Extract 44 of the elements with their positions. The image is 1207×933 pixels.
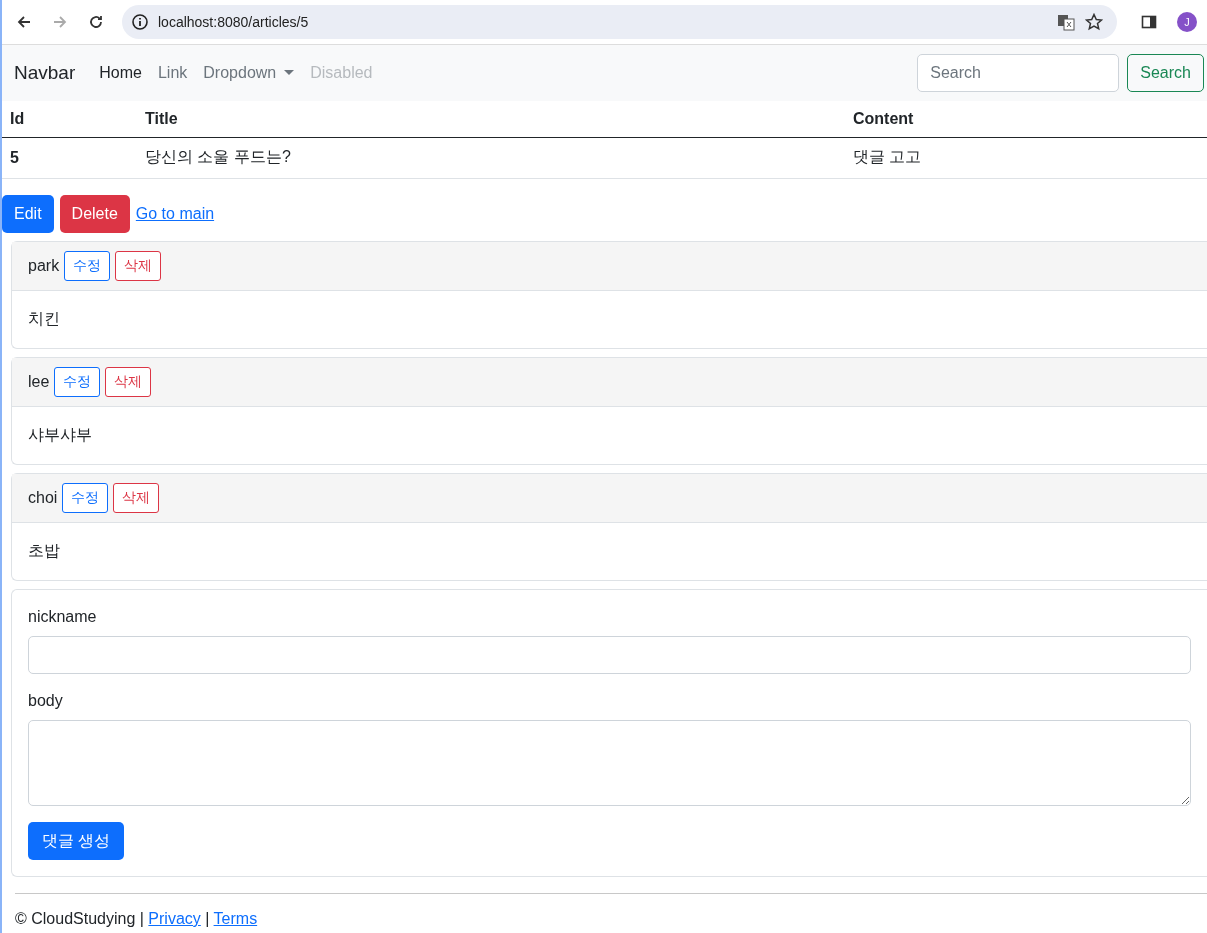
column-header: Id	[10, 110, 25, 127]
table-cell: 당신의 소울 푸드는?	[145, 148, 291, 165]
translate-icon[interactable]	[1057, 13, 1075, 31]
table-cell: 댓글 고고	[853, 148, 922, 165]
side-panel-icon[interactable]	[1141, 14, 1157, 30]
delete-button[interactable]: Delete	[59, 195, 130, 233]
edit-button[interactable]: Edit	[2, 195, 54, 233]
nickname-input-field[interactable]	[28, 636, 1191, 674]
delete-comment-button[interactable]: 삭제	[105, 367, 152, 397]
info-icon[interactable]	[132, 14, 148, 30]
back-arrow-icon[interactable]	[16, 14, 32, 30]
field-label: nickname	[28, 608, 98, 626]
edit-comment-button[interactable]: 수정	[62, 483, 109, 513]
delete-comment-button[interactable]: 삭제	[113, 483, 160, 513]
star-icon[interactable]	[1085, 13, 1103, 31]
table-cell: 5	[10, 148, 19, 166]
navbar-brand[interactable]: Navbar	[14, 62, 76, 84]
edit-comment-button[interactable]: 수정	[64, 251, 111, 281]
field-label: body	[28, 692, 64, 710]
delete-comment-button[interactable]: 삭제	[115, 251, 162, 281]
address-bar[interactable]: localhost:8080/articles/5	[122, 5, 1117, 39]
caret-icon	[284, 70, 295, 76]
nav-link[interactable]: Link	[157, 64, 188, 82]
comment-nickname: lee	[28, 373, 50, 391]
search-field[interactable]: Search	[917, 54, 1120, 92]
search-button[interactable]: Search	[1127, 54, 1204, 92]
edit-comment-button[interactable]: 수정	[54, 367, 101, 397]
column-header: Title	[145, 110, 178, 127]
nav-link[interactable]: Dropdown	[203, 64, 295, 82]
comment-nickname: choi	[28, 489, 58, 507]
go-to-main-link[interactable]: Go to main	[135, 205, 215, 223]
url-text: localhost:8080/articles/5	[158, 14, 309, 30]
comment-body: 치킨	[28, 310, 60, 327]
footer-text: © CloudStudying | Privacy | Terms	[15, 910, 259, 928]
create-comment-button[interactable]: 댓글 생성	[28, 822, 124, 860]
reload-icon[interactable]	[88, 14, 104, 30]
footer-link[interactable]: Privacy	[148, 910, 201, 927]
comment-nickname: park	[28, 257, 60, 275]
nav-link[interactable]: Home	[99, 64, 142, 82]
profile-avatar[interactable]: J	[1177, 12, 1197, 32]
comment-body: 샤부샤부	[28, 426, 92, 443]
footer-link[interactable]: Terms	[213, 910, 258, 927]
column-header: Content	[853, 110, 914, 127]
comment-body: 초밥	[28, 542, 60, 559]
